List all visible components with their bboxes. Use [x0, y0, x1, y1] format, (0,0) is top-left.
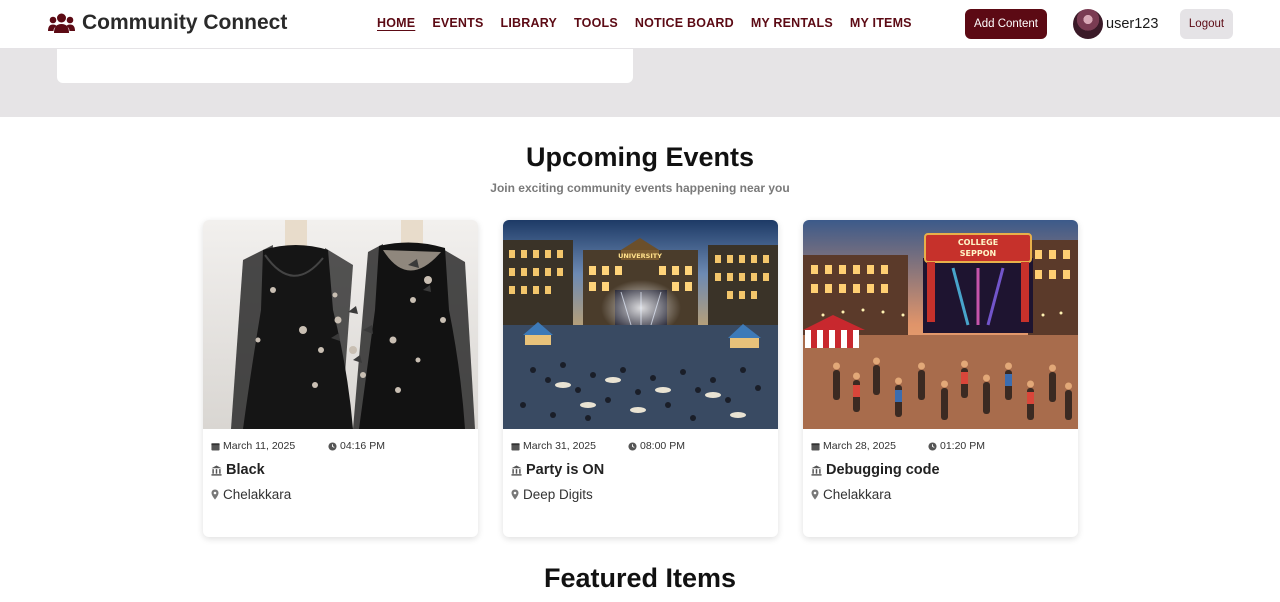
college-banner-line2: SEPPON: [960, 249, 996, 258]
map-marker-icon: [511, 489, 519, 500]
map-marker-icon: [211, 489, 219, 500]
calendar-icon: [211, 442, 220, 451]
event-title[interactable]: Debugging code: [826, 462, 940, 478]
event-date: March 11, 2025: [223, 440, 296, 452]
clock-icon: [928, 441, 937, 451]
building-icon: [811, 464, 822, 476]
username: user123: [1106, 16, 1159, 32]
user-menu[interactable]: user123: [1073, 9, 1158, 39]
brand[interactable]: Community Connect: [48, 11, 287, 35]
event-card[interactable]: UNIVERSITY March 31, 2025 08:00 PM Party…: [503, 220, 778, 537]
event-meta: March 31, 2025 08:00 PM: [511, 440, 770, 452]
upcoming-events-subtitle: Join exciting community events happening…: [490, 181, 790, 195]
logout-button[interactable]: Logout: [1180, 9, 1233, 39]
map-marker-icon: [811, 489, 819, 500]
event-time: 01:20 PM: [940, 440, 985, 452]
nav-my-rentals[interactable]: MY RENTALS: [751, 16, 833, 30]
main-nav: HOME EVENTS LIBRARY TOOLS NOTICE BOARD M…: [377, 16, 929, 30]
calendar-icon: [811, 442, 820, 451]
event-time: 08:00 PM: [640, 440, 685, 452]
event-card[interactable]: March 11, 2025 04:16 PM Black Chelakkara: [203, 220, 478, 537]
event-title[interactable]: Party is ON: [526, 462, 604, 478]
event-meta: March 28, 2025 01:20 PM: [811, 440, 1070, 452]
university-sign: UNIVERSITY: [618, 252, 662, 260]
event-time: 04:16 PM: [340, 440, 385, 452]
nav-my-items[interactable]: MY ITEMS: [850, 16, 912, 30]
event-date: March 28, 2025: [823, 440, 896, 452]
building-icon: [211, 464, 222, 476]
event-image: UNIVERSITY: [503, 220, 778, 429]
event-card[interactable]: COLLEGE SEPPON March 28, 2025 01:20 PM D…: [803, 220, 1078, 537]
hero-card-bottom: [57, 49, 633, 83]
calendar-icon: [511, 442, 520, 451]
event-location: Chelakkara: [223, 487, 292, 502]
top-navbar: Community Connect HOME EVENTS LIBRARY TO…: [0, 0, 1280, 49]
nav-notice-board[interactable]: NOTICE BOARD: [635, 16, 734, 30]
add-content-button[interactable]: Add Content: [965, 9, 1047, 39]
hero-band: [0, 49, 1280, 117]
nav-events[interactable]: EVENTS: [432, 16, 483, 30]
nav-library[interactable]: LIBRARY: [501, 16, 558, 30]
avatar[interactable]: [1073, 9, 1103, 39]
featured-items-title: Featured Items: [543, 563, 737, 593]
event-title[interactable]: Black: [226, 462, 265, 478]
event-location: Chelakkara: [823, 487, 892, 502]
users-icon: [48, 13, 75, 33]
upcoming-events-title: Upcoming Events: [525, 142, 755, 172]
event-image: COLLEGE SEPPON: [803, 220, 1078, 429]
event-meta: March 11, 2025 04:16 PM: [211, 440, 470, 452]
event-date: March 31, 2025: [523, 440, 596, 452]
building-icon: [511, 464, 522, 476]
clock-icon: [628, 441, 637, 451]
clock-icon: [328, 441, 337, 451]
event-image: [203, 220, 478, 429]
event-location: Deep Digits: [523, 487, 593, 502]
nav-home[interactable]: HOME: [377, 16, 415, 30]
college-banner-line1: COLLEGE: [958, 238, 998, 247]
app-title: Community Connect: [82, 11, 288, 34]
nav-tools[interactable]: TOOLS: [574, 16, 618, 30]
